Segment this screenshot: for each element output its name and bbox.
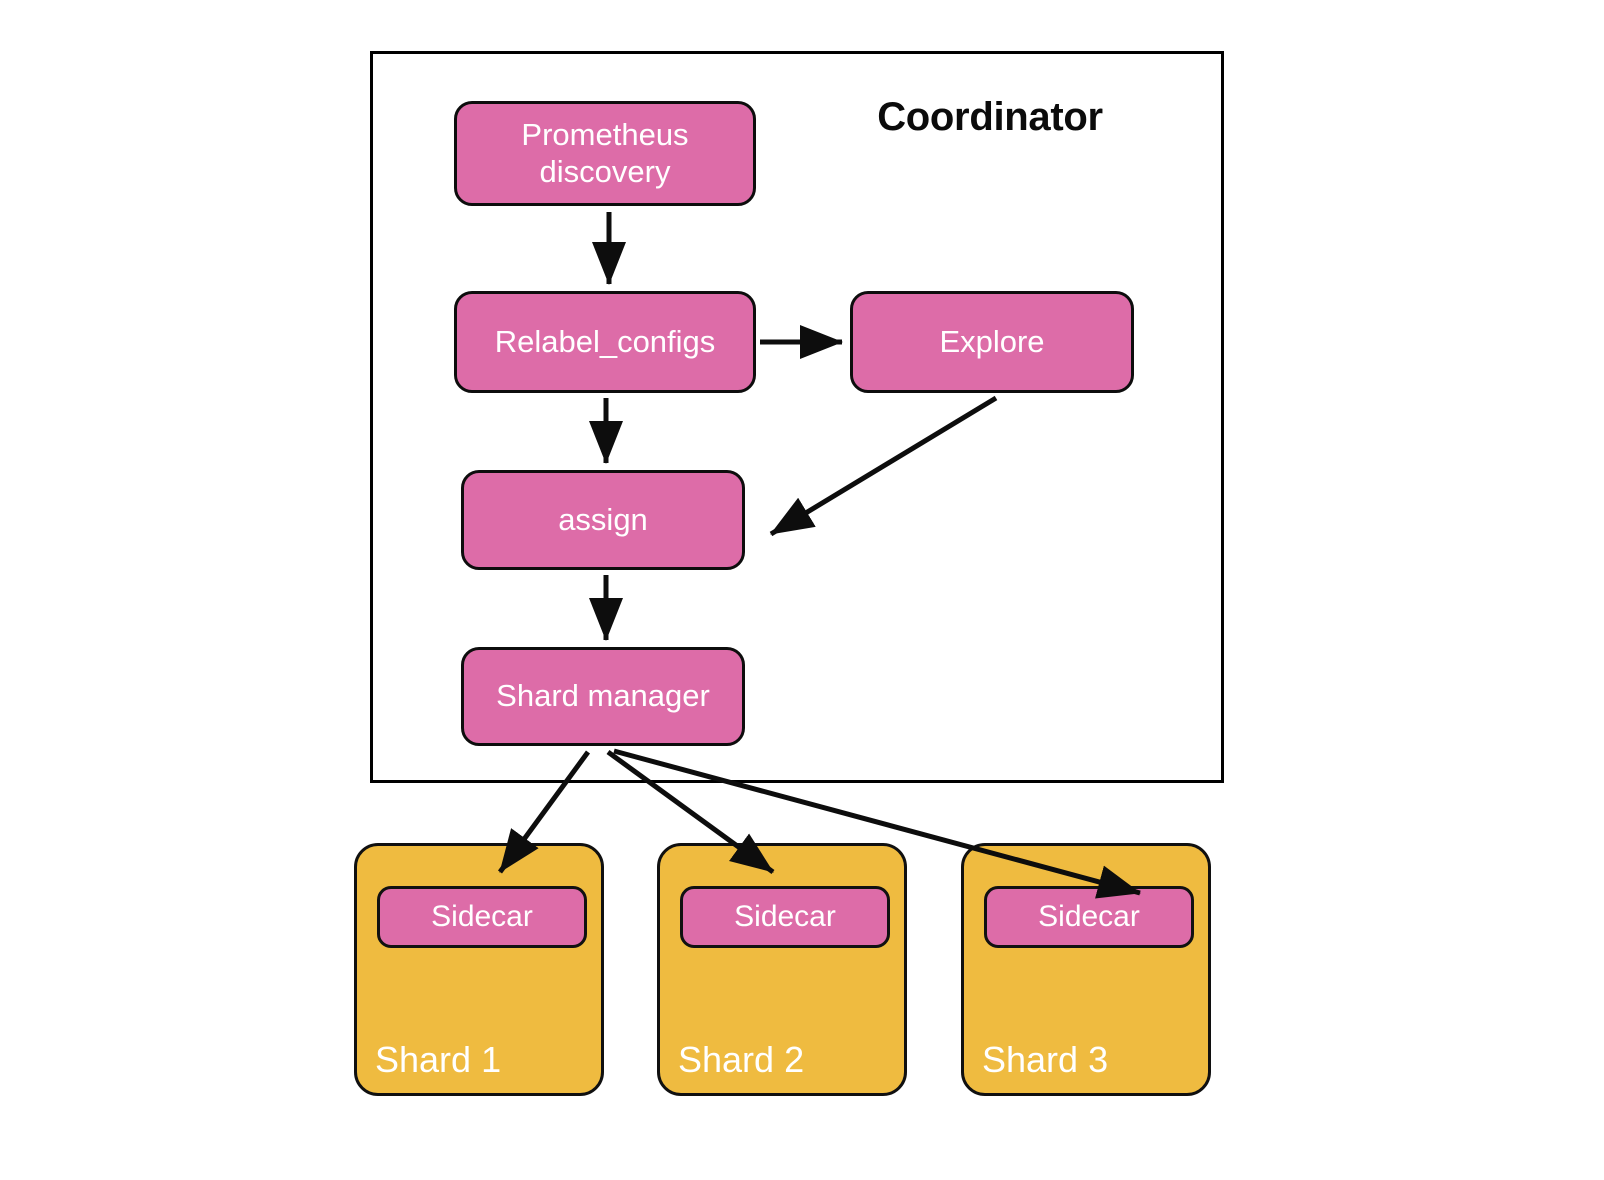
node-explore[interactable]: Explore — [850, 291, 1134, 393]
shard-1-sidecar[interactable]: Sidecar — [377, 886, 587, 948]
shard-2-sidecar[interactable]: Sidecar — [680, 886, 890, 948]
shard-3[interactable]: Sidecar Shard 3 — [961, 843, 1211, 1096]
shard-2[interactable]: Sidecar Shard 2 — [657, 843, 907, 1096]
shard-1[interactable]: Sidecar Shard 1 — [354, 843, 604, 1096]
shard-3-label: Shard 3 — [982, 1039, 1109, 1080]
coordinator-title: Coordinator — [877, 95, 1103, 139]
node-relabel-configs[interactable]: Relabel_configs — [454, 291, 756, 393]
shard-3-sidecar[interactable]: Sidecar — [984, 886, 1194, 948]
node-shard-manager-label: Shard manager — [496, 678, 710, 714]
shard-1-label: Shard 1 — [375, 1039, 502, 1080]
node-shard-manager[interactable]: Shard manager — [461, 647, 745, 746]
shard-2-label: Shard 2 — [678, 1039, 805, 1080]
node-explore-label: Explore — [939, 323, 1045, 359]
node-prometheus-discovery[interactable]: Prometheus discovery — [454, 101, 756, 206]
shard-1-sidecar-label: Sidecar — [431, 900, 533, 933]
node-assign-label: assign — [558, 501, 648, 537]
node-prometheus-discovery-label-line2: discovery — [539, 153, 671, 189]
shard-3-sidecar-label: Sidecar — [1038, 900, 1140, 933]
node-relabel-configs-label: Relabel_configs — [494, 323, 716, 359]
shard-2-sidecar-label: Sidecar — [734, 900, 836, 933]
node-prometheus-discovery-label: Prometheus discovery — [521, 117, 688, 190]
node-assign[interactable]: assign — [461, 470, 745, 570]
node-prometheus-discovery-label-line1: Prometheus — [521, 116, 689, 152]
diagram-canvas: Coordinator Prometheus discovery Relabel… — [0, 0, 1604, 1180]
